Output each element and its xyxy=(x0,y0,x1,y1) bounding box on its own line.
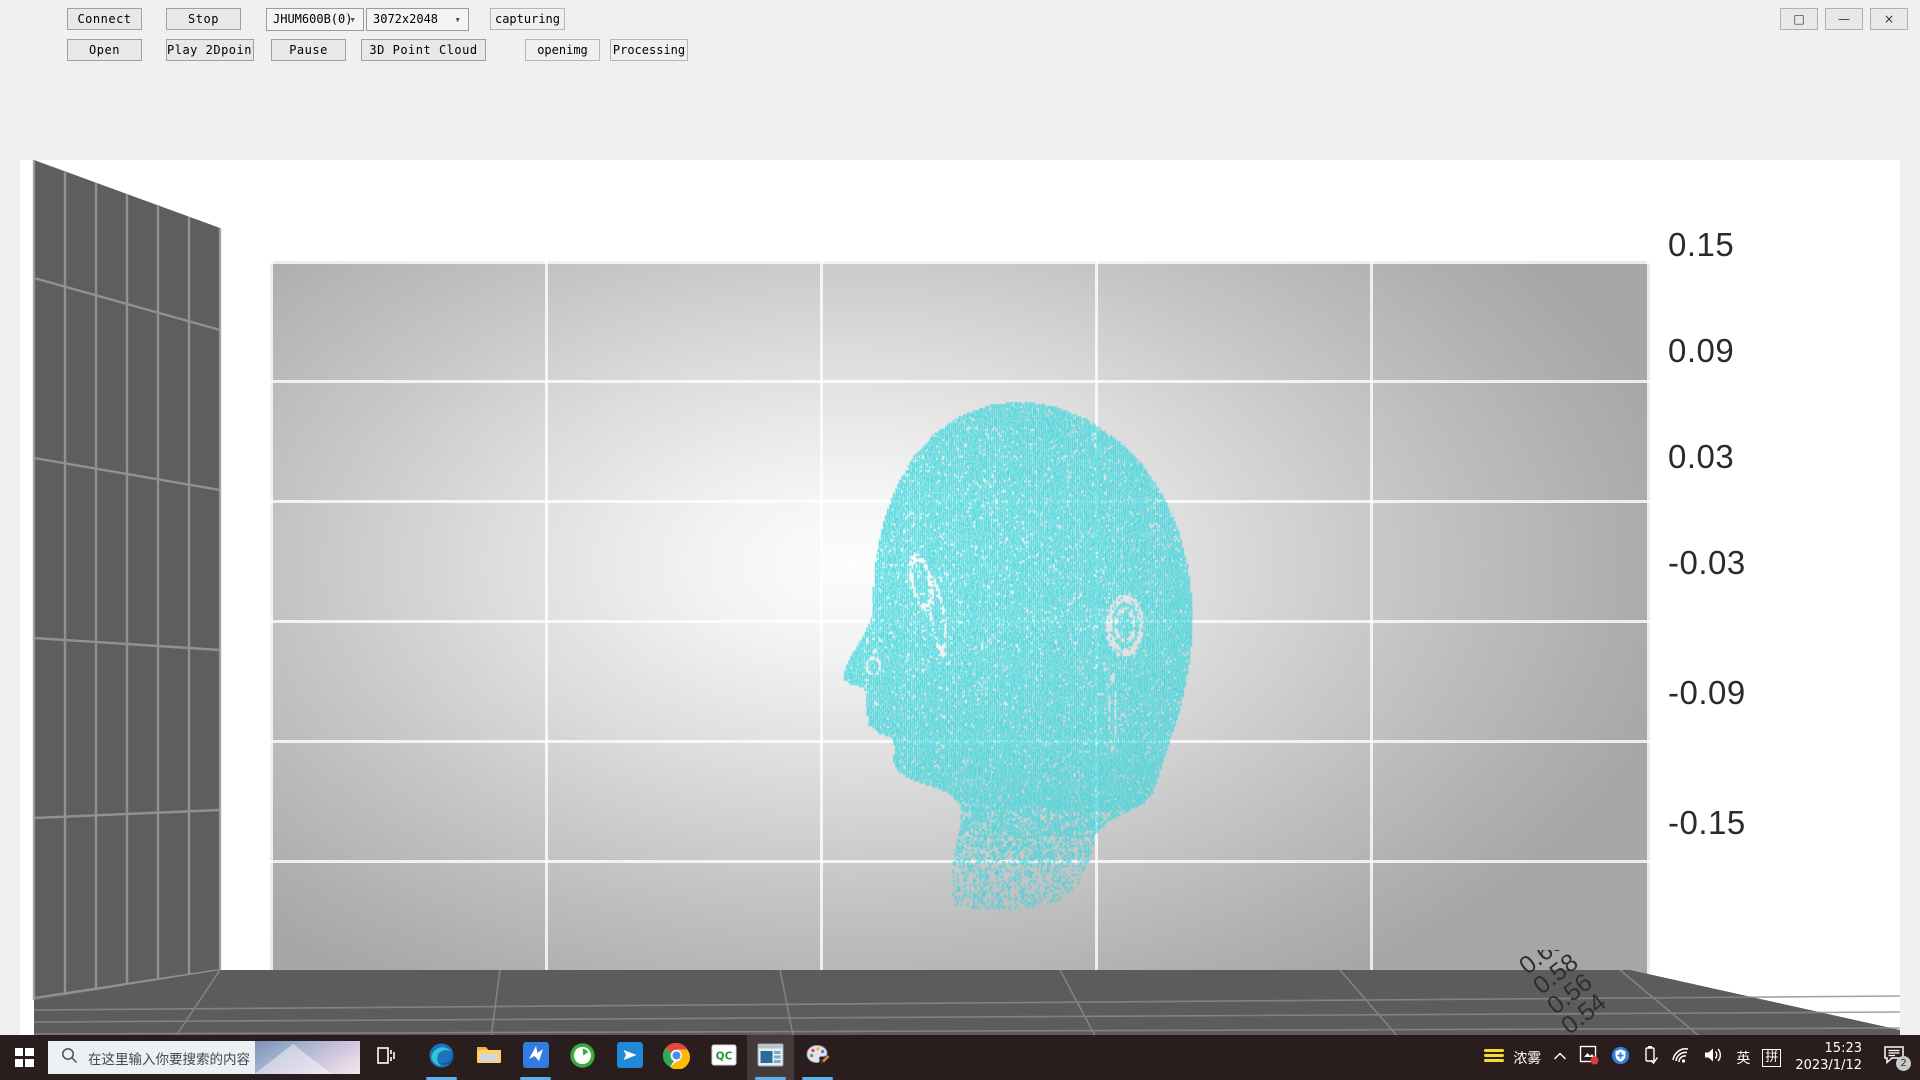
window-app-icon xyxy=(757,1043,784,1072)
z-axis-labels: 0.60 0.58 0.56 0.54 xyxy=(1490,950,1900,1035)
play-2dpoint-button[interactable]: Play 2Dpoint xyxy=(166,39,254,61)
taskbar-app-window-app[interactable] xyxy=(747,1035,794,1080)
search-input[interactable]: 在这里输入你要搜索的内容 xyxy=(48,1041,360,1074)
grid-line-horizontal xyxy=(270,380,1650,383)
scene-back-wall xyxy=(270,261,1650,983)
taskbar-app-chrome[interactable] xyxy=(653,1035,700,1080)
grid-line-horizontal xyxy=(270,860,1650,863)
y-axis-tick: -0.09 xyxy=(1668,674,1746,711)
toolbar-row-primary: Connect Stop JHUM600B(0) ▾ 3072x2048 ▾ c… xyxy=(0,8,1920,34)
task-view-icon xyxy=(375,1046,397,1070)
screenshot-tool-icon[interactable] xyxy=(1573,1035,1605,1080)
maximize-icon: □ xyxy=(1793,12,1805,26)
minimize-button[interactable]: — xyxy=(1825,8,1863,30)
clock-time: 15:23 xyxy=(1824,1041,1862,1057)
grid-line-horizontal xyxy=(270,620,1650,623)
y-axis-tick: 0.15 xyxy=(1668,226,1735,263)
grid-line-horizontal xyxy=(270,740,1650,743)
device-select[interactable]: JHUM600B(0) ▾ xyxy=(266,8,364,31)
chevron-up-icon xyxy=(1553,1049,1567,1067)
taskbar-wallpaper-thumbnail xyxy=(247,1041,360,1074)
edge-icon xyxy=(428,1042,455,1074)
resolution-select[interactable]: 3072x2048 ▾ xyxy=(366,8,469,31)
screenshot-icon xyxy=(1579,1045,1599,1070)
wifi-icon xyxy=(1671,1047,1691,1069)
notification-center-button[interactable]: 2 xyxy=(1874,1035,1914,1080)
maximize-button[interactable]: □ xyxy=(1780,8,1818,30)
chevron-down-icon: ▾ xyxy=(349,13,356,26)
taskbar-app-blue-arrow-app[interactable] xyxy=(606,1035,653,1080)
paint-palette-icon xyxy=(805,1042,831,1073)
scene-left-wall xyxy=(32,160,222,1000)
point-cloud-viewport[interactable]: 0.15 0.09 0.03 -0.03 -0.09 -0.15 0.60 0.… xyxy=(20,160,1900,1035)
y-axis-labels: 0.15 0.09 0.03 -0.03 -0.09 -0.15 xyxy=(1660,160,1860,1035)
clock-date: 2023/1/12 xyxy=(1795,1057,1862,1073)
blue-app-icon xyxy=(522,1042,549,1073)
grid-line-horizontal xyxy=(270,261,1650,264)
connect-button[interactable]: Connect xyxy=(67,8,142,30)
taskbar-app-qc-app[interactable]: QC xyxy=(700,1035,747,1080)
blue-arrow-icon xyxy=(616,1042,643,1073)
show-hidden-icons-button[interactable] xyxy=(1547,1035,1573,1080)
pause-button[interactable]: Pause xyxy=(271,39,346,61)
window-controls: □ — × xyxy=(1780,8,1908,30)
ime-mode-indicator[interactable]: 拼 xyxy=(1756,1035,1787,1080)
browser-360-icon xyxy=(569,1042,596,1074)
weather-label: 浓雾 xyxy=(1513,1050,1542,1067)
volume-icon[interactable] xyxy=(1697,1035,1730,1080)
capture-status-label: capturing xyxy=(490,8,565,30)
minimize-icon: — xyxy=(1838,12,1850,26)
usb-icon xyxy=(1642,1045,1659,1070)
close-icon: × xyxy=(1883,12,1895,26)
clock-widget[interactable]: 15:23 2023/1/12 xyxy=(1787,1035,1874,1080)
taskbar-app-edge[interactable] xyxy=(418,1035,465,1080)
speaker-icon xyxy=(1703,1046,1724,1069)
task-view-button[interactable] xyxy=(360,1035,412,1080)
usb-eject-icon[interactable] xyxy=(1636,1035,1665,1080)
taskbar-app-file-explorer[interactable] xyxy=(465,1035,512,1080)
taskbar-app-list: QC xyxy=(418,1035,841,1080)
open-status-label: openimg xyxy=(525,39,600,61)
folder-icon xyxy=(475,1043,503,1072)
security-shield-icon[interactable] xyxy=(1605,1035,1636,1080)
open-button[interactable]: Open xyxy=(67,39,142,61)
qc-icon: QC xyxy=(711,1042,737,1073)
search-icon xyxy=(61,1047,78,1069)
ime-language-indicator[interactable]: 英 xyxy=(1730,1035,1756,1080)
start-button[interactable] xyxy=(0,1035,48,1080)
toolbar: Connect Stop JHUM600B(0) ▾ 3072x2048 ▾ c… xyxy=(0,0,1920,68)
stop-button[interactable]: Stop xyxy=(166,8,241,30)
search-placeholder-text: 在这里输入你要搜索的内容 xyxy=(88,1051,250,1068)
chrome-icon xyxy=(662,1042,691,1074)
system-tray: 浓雾 英 拼 15:23 2023/1/12 2 xyxy=(1477,1035,1920,1080)
windows-logo-icon xyxy=(14,1048,34,1067)
ime-mode-label: 拼 xyxy=(1762,1048,1782,1067)
taskbar-app-paint-app[interactable] xyxy=(794,1035,841,1080)
taskbar-app-browser-360[interactable] xyxy=(559,1035,606,1080)
application-window: Connect Stop JHUM600B(0) ▾ 3072x2048 ▾ c… xyxy=(0,0,1920,1080)
taskbar-app-blue-bird-app[interactable] xyxy=(512,1035,559,1080)
ime-language-label: 英 xyxy=(1736,1050,1751,1067)
toolbar-row-secondary: Open Play 2Dpoint Pause 3D Point Cloud o… xyxy=(0,39,1920,65)
svg-text:QC: QC xyxy=(715,1051,732,1063)
y-axis-tick: -0.03 xyxy=(1668,544,1746,581)
shield-plus-icon xyxy=(1611,1046,1630,1070)
y-axis-tick: 0.09 xyxy=(1668,332,1735,369)
resolution-select-value: 3072x2048 xyxy=(373,12,439,26)
grid-line-horizontal xyxy=(270,500,1650,503)
windows-taskbar: 在这里输入你要搜索的内容 QC 浓雾 英 拼 15:23 2023/1/12 2 xyxy=(0,1035,1920,1080)
network-icon[interactable] xyxy=(1665,1035,1697,1080)
chevron-down-icon: ▾ xyxy=(454,13,461,26)
y-axis-tick: 0.03 xyxy=(1668,438,1735,475)
weather-widget[interactable]: 浓雾 xyxy=(1477,1035,1547,1080)
fog-icon xyxy=(1483,1047,1505,1069)
device-select-value: JHUM600B(0) xyxy=(273,12,353,26)
processing-status-label: Processing xyxy=(610,39,688,61)
3d-point-cloud-button[interactable]: 3D Point Cloud xyxy=(361,39,486,61)
close-button[interactable]: × xyxy=(1870,8,1908,30)
y-axis-tick: -0.15 xyxy=(1668,804,1746,841)
notification-badge: 2 xyxy=(1896,1056,1911,1071)
